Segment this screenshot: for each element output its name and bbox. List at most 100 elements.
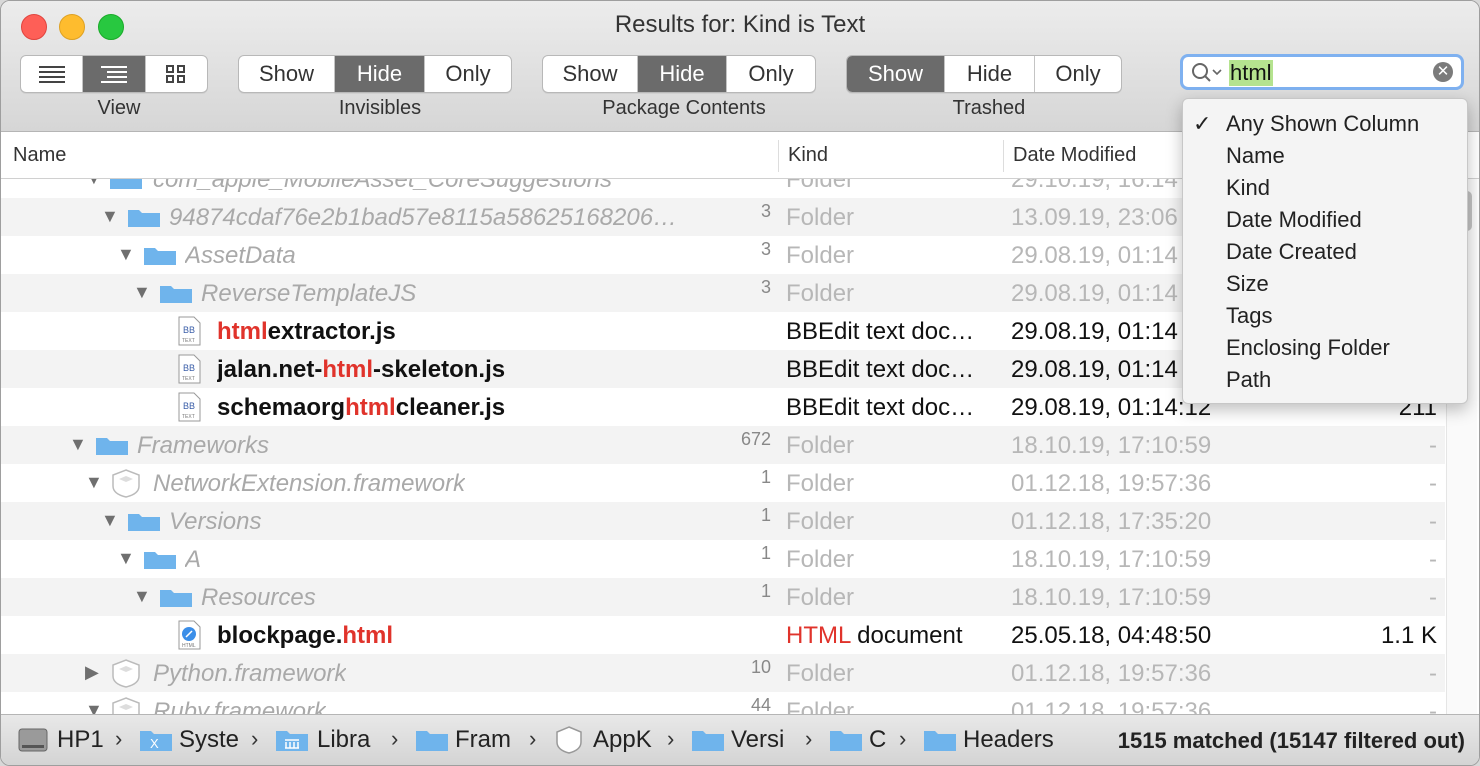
framework-icon bbox=[112, 469, 140, 498]
list-item[interactable]: ▼ Ruby.framework 44 Folder 01.12.18, 19:… bbox=[1, 692, 1445, 715]
item-name: Python.framework bbox=[153, 660, 347, 687]
path-crumb[interactable]: Libra bbox=[317, 726, 381, 754]
item-kind: Folder bbox=[786, 470, 855, 497]
disclosure-triangle-icon[interactable]: ▼ bbox=[85, 700, 103, 715]
disclosure-triangle-icon[interactable]: ▼ bbox=[69, 434, 87, 455]
list-item[interactable]: ▼ NetworkExtension.framework 1 Folder 01… bbox=[1, 464, 1445, 502]
item-name: jalan.net-html-skeleton.js bbox=[217, 356, 506, 383]
trashed-label: Trashed bbox=[952, 97, 1026, 119]
library-folder-icon bbox=[276, 731, 308, 751]
item-name: Resources bbox=[201, 584, 316, 611]
item-size: - bbox=[1429, 470, 1437, 497]
path-crumb[interactable]: Fram bbox=[455, 726, 519, 754]
text-document-icon: BB TEXT bbox=[178, 316, 201, 346]
menu-item-any-shown-column[interactable]: Any Shown Column bbox=[1226, 111, 1419, 137]
item-kind: Folder bbox=[786, 508, 855, 535]
folder-icon bbox=[692, 731, 724, 751]
item-kind: Folder bbox=[786, 432, 855, 459]
folder-icon bbox=[128, 514, 160, 531]
kind-column-header[interactable]: Kind bbox=[788, 144, 828, 167]
item-size: - bbox=[1429, 584, 1437, 611]
list-view-icon bbox=[38, 66, 65, 83]
name-column-header[interactable]: Name bbox=[13, 144, 66, 167]
disclosure-triangle-icon[interactable]: ▼ bbox=[117, 548, 135, 569]
disclosure-triangle-icon[interactable]: ▼ bbox=[101, 206, 119, 227]
path-crumb[interactable]: Versi bbox=[731, 726, 793, 754]
disclosure-triangle-icon[interactable]: ▼ bbox=[133, 586, 151, 607]
path-crumb[interactable]: AppK bbox=[593, 726, 655, 754]
path-crumb[interactable]: HP1 bbox=[57, 726, 104, 754]
menu-item-enclosing-folder[interactable]: Enclosing Folder bbox=[1226, 335, 1390, 361]
item-date: 29.08.19, 01:14 bbox=[1011, 356, 1178, 383]
item-size: - bbox=[1429, 508, 1437, 535]
menu-item-date-created[interactable]: Date Created bbox=[1226, 239, 1357, 265]
chevron-right-icon: › bbox=[115, 726, 123, 751]
path-crumb[interactable]: C bbox=[869, 726, 886, 754]
menu-item-kind[interactable]: Kind bbox=[1226, 175, 1270, 201]
folder-icon bbox=[96, 438, 128, 455]
invisibles-show-button[interactable]: Show bbox=[239, 56, 335, 92]
search-field[interactable]: html ✕ bbox=[1180, 54, 1464, 90]
icon-view-button[interactable] bbox=[146, 56, 207, 92]
disclosure-triangle-collapsed-icon[interactable]: ▶ bbox=[85, 662, 99, 683]
menu-item-path[interactable]: Path bbox=[1226, 367, 1271, 393]
list-view-button[interactable] bbox=[21, 56, 84, 92]
svg-text:HTML: HTML bbox=[182, 643, 196, 649]
framework-icon bbox=[556, 726, 582, 754]
item-date: 29.10.19, 16:14 bbox=[1011, 179, 1178, 193]
item-kind: Folder bbox=[786, 584, 855, 611]
list-item[interactable]: ▼ Frameworks 672 Folder 18.10.19, 17:10:… bbox=[1, 426, 1445, 464]
disclosure-triangle-icon[interactable]: ▼ bbox=[117, 244, 135, 265]
disclosure-triangle-icon[interactable]: ▼ bbox=[101, 510, 119, 531]
menu-item-name[interactable]: Name bbox=[1226, 143, 1285, 169]
trashed-control: Show Hide Only bbox=[846, 55, 1122, 93]
item-count: 44 bbox=[750, 695, 771, 715]
invisibles-only-button[interactable]: Only bbox=[425, 56, 511, 92]
hard-disk-icon bbox=[18, 728, 48, 752]
chevron-right-icon: › bbox=[251, 726, 259, 751]
trashed-show-button[interactable]: Show bbox=[847, 56, 945, 92]
item-date: 29.08.19, 01:14 bbox=[1011, 280, 1178, 307]
column-divider[interactable] bbox=[778, 140, 779, 172]
item-kind: BBEdit text doc… bbox=[786, 356, 975, 383]
clear-search-icon[interactable]: ✕ bbox=[1433, 62, 1453, 82]
menu-item-size[interactable]: Size bbox=[1226, 271, 1269, 297]
chevron-right-icon: › bbox=[667, 726, 675, 751]
chevron-right-icon: › bbox=[899, 726, 907, 751]
menu-item-tags[interactable]: Tags bbox=[1226, 303, 1272, 329]
search-scope-menu: ✓ Any Shown Column Name Kind Date Modifi… bbox=[1182, 98, 1468, 404]
item-date: 01.12.18, 19:57:36 bbox=[1011, 660, 1212, 687]
item-name: schemaorghtmlcleaner.js bbox=[217, 394, 506, 421]
list-item[interactable]: ▼ Resources 1 Folder 18.10.19, 17:10:59 … bbox=[1, 578, 1445, 616]
item-name: htmlextractor.js bbox=[217, 318, 396, 345]
search-input-value[interactable]: html bbox=[1229, 60, 1273, 86]
package-hide-button[interactable]: Hide bbox=[638, 56, 727, 92]
disclosure-triangle-icon[interactable]: ▼ bbox=[85, 472, 103, 493]
invisibles-hide-button[interactable]: Hide bbox=[335, 56, 425, 92]
list-item[interactable]: ▶ Python.framework 10 Folder 01.12.18, 1… bbox=[1, 654, 1445, 692]
package-contents-control: Show Hide Only bbox=[542, 55, 816, 93]
item-name: Versions bbox=[169, 508, 262, 535]
trashed-only-button[interactable]: Only bbox=[1035, 56, 1121, 92]
invisibles-label: Invisibles bbox=[338, 97, 422, 119]
chevron-right-icon: › bbox=[529, 726, 537, 751]
column-divider[interactable] bbox=[1003, 140, 1004, 172]
path-crumb[interactable]: Headers bbox=[963, 726, 1054, 754]
path-crumb[interactable]: Syste bbox=[179, 726, 243, 754]
list-item[interactable]: ▼ A 1 Folder 18.10.19, 17:10:59 - bbox=[1, 540, 1445, 578]
trashed-hide-button[interactable]: Hide bbox=[945, 56, 1035, 92]
date-modified-column-header[interactable]: Date Modified bbox=[1013, 144, 1136, 167]
search-icon[interactable] bbox=[1191, 61, 1225, 89]
menu-item-date-modified[interactable]: Date Modified bbox=[1226, 207, 1362, 233]
disclosure-triangle-icon[interactable]: ▼ bbox=[85, 179, 103, 189]
outline-view-button[interactable] bbox=[83, 56, 146, 92]
list-item[interactable]: ▼ Versions 1 Folder 01.12.18, 17:35:20 - bbox=[1, 502, 1445, 540]
list-item[interactable]: HTML blockpage.html HTML document 25.05.… bbox=[1, 616, 1445, 654]
svg-text:TEXT: TEXT bbox=[182, 414, 195, 420]
package-show-button[interactable]: Show bbox=[543, 56, 638, 92]
package-only-button[interactable]: Only bbox=[727, 56, 815, 92]
disclosure-triangle-icon[interactable]: ▼ bbox=[133, 282, 151, 303]
item-name: NetworkExtension.framework bbox=[153, 470, 466, 497]
system-folder-icon: X bbox=[140, 731, 172, 751]
chevron-right-icon: › bbox=[391, 726, 399, 751]
